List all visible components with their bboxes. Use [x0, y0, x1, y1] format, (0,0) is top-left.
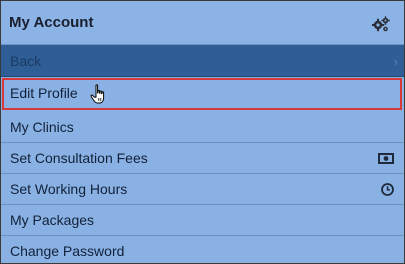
- panel-title: My Account: [9, 14, 94, 31]
- chevron-right-icon: ›: [393, 54, 398, 69]
- menu-item-my-packages[interactable]: My Packages: [1, 205, 404, 236]
- menu-item-set-consultation-fees[interactable]: Set Consultation Fees: [1, 143, 404, 174]
- hand-pointer-icon: [90, 84, 105, 104]
- menu-item-set-working-hours[interactable]: Set Working Hours: [1, 174, 404, 205]
- gears-icon[interactable]: [372, 16, 390, 32]
- menu-item-label: Edit Profile: [10, 85, 78, 101]
- back-menu-item[interactable]: Back ›: [1, 45, 404, 77]
- money-icon: [378, 153, 394, 164]
- menu-item-my-clinics[interactable]: My Clinics: [1, 112, 404, 143]
- menu-item-edit-profile[interactable]: Edit Profile: [2, 78, 402, 110]
- my-account-panel: My Account Back › Edit Profile My Clinic…: [0, 0, 405, 264]
- clock-icon: [381, 183, 394, 196]
- panel-header: My Account: [1, 1, 404, 45]
- menu-item-label: Set Working Hours: [10, 181, 128, 197]
- menu-item-label: Set Consultation Fees: [10, 150, 148, 166]
- menu-item-label: My Packages: [10, 212, 95, 228]
- menu-item-change-password[interactable]: Change Password: [1, 236, 404, 263]
- menu-item-label: My Clinics: [10, 119, 74, 135]
- menu-item-label: Change Password: [10, 243, 125, 259]
- back-label: Back: [10, 53, 42, 69]
